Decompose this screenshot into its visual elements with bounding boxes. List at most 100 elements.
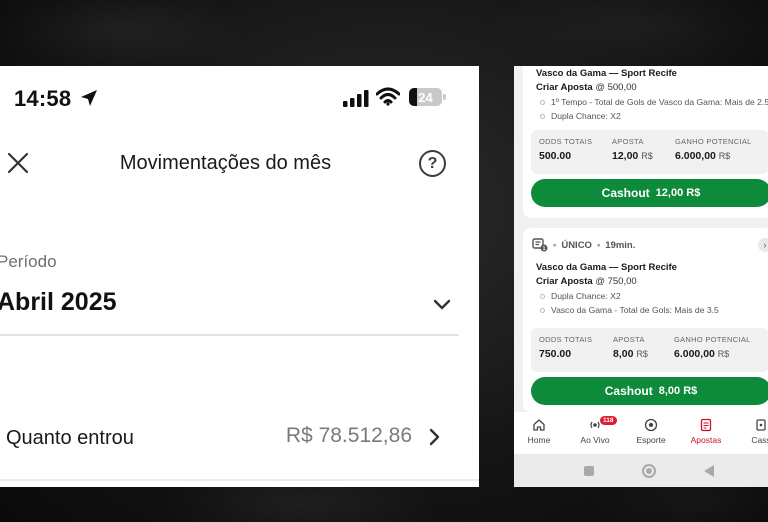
divider [0, 479, 479, 481]
separator-dot: • [553, 239, 557, 251]
back-icon[interactable] [704, 465, 714, 477]
nav-item-bets[interactable]: Apostas [681, 418, 731, 445]
chevron-right-icon[interactable]: › [758, 238, 768, 252]
currency: R$ [636, 349, 648, 359]
cashout-label: Cashout [601, 186, 650, 200]
nav-item-casino[interactable]: Cass [736, 418, 768, 445]
bet-match: Vasco da Gama — Sport Recife [536, 262, 677, 273]
stake-label: APOSTA [613, 335, 645, 344]
create-bet-odds: @ 500,00 [595, 82, 637, 93]
selection-dot-icon [540, 307, 545, 313]
home-icon [533, 419, 545, 431]
create-bet-odds: @ 750,00 [595, 276, 637, 287]
battery-fill [409, 88, 417, 106]
gain-label: GANHO POTENCIAL [675, 137, 752, 146]
bet-summary: ODDS TOTAIS 750.00 APOSTA 8,00 R$ GANHO … [531, 328, 768, 372]
total-odds-label: ODDS TOTAIS [539, 137, 593, 146]
cellular-signal-icon [343, 90, 369, 107]
period-select[interactable]: Abril 2025 [0, 280, 459, 328]
income-value: R$ 78.512,86 [285, 424, 412, 447]
currency: R$ [641, 151, 653, 161]
stake: APOSTA 8,00 R$ [613, 335, 648, 360]
currency: R$ [718, 151, 731, 161]
total-odds: ODDS TOTAIS 750.00 [539, 335, 592, 360]
gain-amount: 6.000,00 [675, 150, 716, 162]
nav-label: Apostas [690, 435, 722, 445]
potential-gain: GANHO POTENCIAL 6.000,00 R$ [674, 335, 751, 360]
stake-amount: 12,00 [612, 150, 639, 162]
battery-percent: 24 [418, 89, 433, 105]
nav-item-sports[interactable]: Esporte [626, 418, 676, 445]
gain-amount: 6.000,00 [674, 348, 715, 360]
nav-item-home[interactable]: Home [514, 418, 564, 445]
chevron-right-icon [429, 428, 440, 446]
home-button-icon[interactable] [642, 464, 656, 478]
cashout-amount: 8,00 R$ [658, 385, 698, 397]
gain-label: GANHO POTENCIAL [674, 335, 751, 344]
period-value: Abril 2025 [0, 288, 117, 316]
bottom-nav: Home Ao Vivo 118 Esporte Apostas Cass [514, 412, 768, 454]
location-arrow-icon [81, 90, 97, 106]
income-row[interactable]: Quanto entrou R$ 78.512,86 [0, 416, 479, 460]
cashout-label: Cashout [604, 384, 653, 398]
income-label: Quanto entrou [6, 427, 134, 449]
create-bet-label: Criar Aposta [536, 82, 593, 93]
currency: R$ [717, 349, 730, 359]
page-title: Movimentações do mês [119, 152, 332, 174]
stake-label: APOSTA [612, 137, 644, 146]
bet-selection: Dupla Chance: X2 [540, 111, 621, 121]
live-count-badge: 118 [600, 416, 617, 425]
betting-app-screenshot: Vasco da Gama — Sport Recife Criar Apost… [514, 66, 768, 487]
selection-text: Dupla Chance: X2 [551, 111, 621, 121]
bet-selection: Dupla Chance: X2 [540, 291, 621, 301]
cashout-button[interactable]: Cashout 8,00 R$ [531, 377, 768, 405]
bet-match: Vasco da Gama — Sport Recife [536, 68, 677, 79]
status-time: 14:58 [14, 86, 72, 111]
bet-time: 19min. [605, 239, 636, 251]
status-bar: 14:58 24 [0, 66, 479, 132]
stake-value: 12,00 R$ [612, 150, 653, 162]
help-icon[interactable]: ? [419, 150, 446, 177]
bank-app-screenshot: 14:58 24 Movimentações do mês ? Período … [0, 66, 479, 487]
selection-dot-icon [540, 293, 545, 299]
battery-indicator: 24 [409, 88, 442, 106]
bet-header: 1 • ÚNICO • 19min. [532, 236, 635, 254]
total-odds: ODDS TOTAIS 500.00 [539, 137, 592, 162]
recent-apps-icon[interactable] [584, 466, 594, 476]
gain-value: 6.000,00 R$ [674, 348, 751, 360]
total-odds-value: 500.00 [539, 150, 572, 162]
total-odds-value: 750.00 [539, 348, 572, 360]
cashout-button[interactable]: Cashout 12,00 R$ [531, 179, 768, 207]
bet-slip-icon: 1 [532, 238, 548, 252]
chevron-down-icon [433, 299, 451, 310]
create-bet-label: Criar Aposta [536, 276, 593, 287]
selection-dot-icon [540, 99, 545, 105]
nav-label: Home [527, 435, 551, 445]
selection-text: 1º Tempo - Total de Gols de Vasco da Gam… [551, 97, 768, 107]
nav-label: Esporte [636, 435, 666, 445]
cashout-amount: 12,00 R$ [655, 187, 701, 199]
bet-selection: Vasco da Gama - Total de Gols: Mais de 3… [540, 305, 719, 315]
bet-type: ÚNICO [561, 239, 592, 251]
android-nav-bar [514, 454, 768, 487]
potential-gain: GANHO POTENCIAL 6.000,00 R$ [675, 137, 752, 162]
bet-create-line: Criar Aposta @ 500,00 [536, 82, 637, 93]
selection-text: Vasco da Gama - Total de Gols: Mais de 3… [551, 305, 719, 315]
bet-create-line: Criar Aposta @ 750,00 [536, 276, 637, 287]
period-label: Período [0, 252, 57, 271]
bet-selection: 1º Tempo - Total de Gols de Vasco da Gam… [540, 97, 768, 107]
nav-item-live[interactable]: Ao Vivo 118 [570, 416, 620, 445]
selection-text: Dupla Chance: X2 [551, 291, 621, 301]
stake-amount: 8,00 [613, 348, 634, 360]
svg-text:1: 1 [543, 246, 546, 252]
total-odds-label: ODDS TOTAIS [539, 335, 593, 344]
nav-label: Cass [751, 435, 768, 445]
stake: APOSTA 12,00 R$ [612, 137, 653, 162]
nav-label: Ao Vivo [580, 435, 610, 445]
gain-value: 6.000,00 R$ [675, 150, 752, 162]
selection-dot-icon [540, 113, 545, 119]
stake-value: 8,00 R$ [613, 348, 648, 360]
bets-icon [700, 418, 712, 432]
wifi-icon [376, 87, 400, 106]
casino-icon [756, 419, 766, 431]
